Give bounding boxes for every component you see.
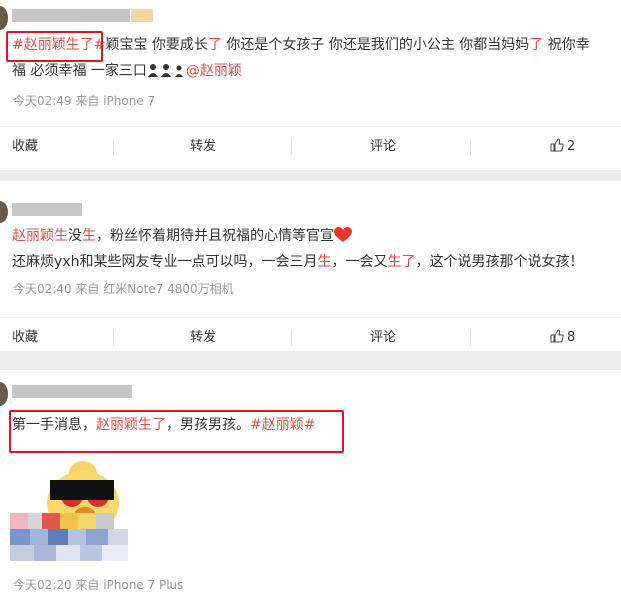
- post-meta: 今天02:40 来自 红米Note7 4800万相机: [13, 282, 234, 296]
- avatar[interactable]: [0, 6, 8, 30]
- highlight-box: [9, 410, 344, 453]
- family-emoji-icon: [160, 64, 171, 77]
- text-segment: 还麻烦yxh和某些网友专业一点可以吗，一会三月: [12, 254, 318, 270]
- thumbs-up-icon: [550, 329, 564, 343]
- divider: [291, 139, 292, 155]
- repost-button[interactable]: 转发: [190, 127, 216, 167]
- heart-emoji-icon: [334, 227, 352, 242]
- avatar[interactable]: [0, 382, 8, 406]
- post-text-line-2: 福 必须幸福 一家三口 @赵丽颖: [12, 59, 242, 84]
- text-segment: 颖宝宝 你要成长: [105, 37, 208, 53]
- text-segment: ，粉丝怀着期待并且祝福的心情等官宣: [96, 228, 334, 244]
- divider: [470, 139, 471, 155]
- text-highlight: 生: [82, 228, 96, 244]
- avatar[interactable]: [0, 201, 8, 223]
- blurred-username: [12, 9, 130, 22]
- blurred-username: [12, 203, 82, 216]
- like-count: 2: [567, 139, 576, 154]
- text-segment: ，这个说男孩那个说女孩！: [415, 254, 584, 270]
- collect-button[interactable]: 收藏: [12, 127, 38, 167]
- like-button[interactable]: 8: [550, 318, 575, 358]
- family-emoji-icon: [147, 64, 158, 77]
- baby-duck-sticker-image[interactable]: [10, 458, 130, 563]
- repost-button[interactable]: 转发: [190, 318, 216, 358]
- text-highlight: 了: [529, 37, 544, 53]
- post-meta: 今天02:20 来自 iPhone 7 Plus: [13, 578, 184, 592]
- text-highlight: 生了: [387, 254, 416, 270]
- divider: [113, 330, 114, 346]
- weibo-post-1: #赵丽颖生了#颖宝宝 你要成长了 你还是个女孩子 你还是我们的小公主 你都当妈妈…: [0, 0, 621, 170]
- weibo-post-2: 赵丽颖生没生，粉丝怀着期待并且祝福的心情等官宣 还麻烦yxh和某些网友专业一点可…: [0, 181, 621, 351]
- text-segment: 没: [68, 228, 82, 244]
- post-text-line-1: 赵丽颖生没生，粉丝怀着期待并且祝福的心情等官宣: [12, 224, 352, 249]
- post-meta: 今天02:49 来自 iPhone 7: [13, 94, 156, 108]
- text-segment: 祝你幸: [543, 37, 590, 53]
- divider: [291, 330, 292, 346]
- text-highlight: 了: [207, 37, 222, 53]
- text-highlight: 生: [317, 254, 332, 270]
- comment-button[interactable]: 评论: [370, 318, 396, 358]
- comment-button[interactable]: 评论: [370, 127, 396, 167]
- action-bar: 收藏 转发 评论 8: [0, 317, 621, 358]
- name-link[interactable]: 赵丽颖生: [12, 228, 68, 244]
- like-button[interactable]: 2: [550, 127, 575, 167]
- text-segment: ，一会又: [331, 254, 388, 270]
- collect-button[interactable]: 收藏: [12, 318, 38, 358]
- mention-link[interactable]: @赵丽颖: [186, 63, 242, 79]
- text-segment: 你还是个女孩子 你还是我们的小公主 你都当妈妈: [221, 37, 530, 53]
- divider: [113, 139, 114, 155]
- action-bar: 收藏 转发 评论 2: [0, 126, 621, 167]
- blurred-badge: [131, 9, 153, 22]
- blurred-username: [12, 385, 132, 398]
- like-count: 8: [567, 330, 576, 345]
- post-text-line-2: 还麻烦yxh和某些网友专业一点可以吗，一会三月生，一会又生了，这个说男孩那个说女…: [12, 250, 583, 275]
- thumbs-up-icon: [550, 138, 564, 152]
- weibo-post-3: 第一手消息，赵丽颖生了，男孩男孩。#赵丽颖# 今天02:20 来自 iPhone…: [0, 370, 621, 607]
- highlight-box: [6, 31, 103, 62]
- text-segment: 福 必须幸福 一家三口: [12, 63, 147, 79]
- family-emoji-icon: [174, 65, 183, 77]
- divider: [470, 330, 471, 346]
